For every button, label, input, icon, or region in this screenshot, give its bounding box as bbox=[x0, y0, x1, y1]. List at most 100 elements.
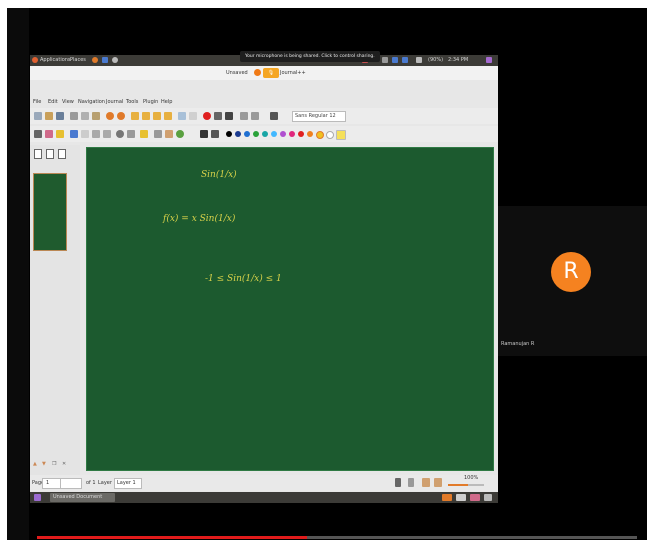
color-orange-icon[interactable] bbox=[307, 131, 313, 137]
microphone-sharing-icon[interactable]: 🎙 bbox=[263, 68, 279, 78]
page-copy-icon[interactable]: ❐ bbox=[52, 461, 56, 467]
hand-tool-icon[interactable] bbox=[165, 130, 173, 138]
show-desktop-icon[interactable] bbox=[34, 494, 41, 501]
equation-bound: -1 ≤ Sin(1/x) ≤ 1 bbox=[205, 274, 282, 284]
workspace-1-icon[interactable] bbox=[442, 494, 452, 501]
menu-view[interactable]: View bbox=[62, 97, 74, 107]
trash-icon[interactable] bbox=[484, 494, 492, 501]
highlighter-tool-icon[interactable] bbox=[56, 130, 64, 138]
undo-icon[interactable] bbox=[106, 112, 114, 120]
default-tool-icon[interactable] bbox=[176, 130, 184, 138]
video-progress-bar[interactable] bbox=[37, 536, 637, 539]
presentation-icon[interactable] bbox=[422, 478, 430, 487]
redo-icon[interactable] bbox=[117, 112, 125, 120]
volume-icon[interactable] bbox=[382, 57, 388, 63]
color-purple-icon[interactable] bbox=[280, 131, 286, 137]
color-magenta-icon[interactable] bbox=[289, 131, 295, 137]
shape-recognizer-icon[interactable] bbox=[127, 130, 135, 138]
text-tool-icon[interactable] bbox=[81, 130, 89, 138]
thick-line-icon[interactable] bbox=[211, 130, 219, 138]
first-page-icon[interactable] bbox=[131, 112, 139, 120]
pen-icon[interactable] bbox=[270, 112, 278, 120]
menu-navigation[interactable]: Navigation bbox=[78, 97, 105, 107]
delete-page-icon[interactable] bbox=[189, 112, 197, 120]
ruler-tool-icon[interactable] bbox=[116, 130, 124, 138]
menu-plugin[interactable]: Plugin bbox=[143, 97, 158, 107]
tools-toolbar bbox=[30, 126, 498, 142]
page-number-field[interactable]: 1 bbox=[42, 478, 62, 489]
zoom-slider[interactable] bbox=[448, 484, 484, 486]
image-tool-icon[interactable] bbox=[92, 130, 100, 138]
color-red-icon[interactable] bbox=[298, 131, 304, 137]
menu-edit[interactable]: Edit bbox=[48, 97, 58, 107]
menu-help[interactable]: Help bbox=[161, 97, 172, 107]
firefox-icon[interactable] bbox=[92, 57, 98, 63]
clock[interactable]: 2:34 PM bbox=[448, 55, 468, 66]
participant-tile[interactable]: R Ramanujan R bbox=[498, 206, 647, 356]
paired-pages-icon[interactable] bbox=[408, 478, 414, 487]
green-board-canvas[interactable]: Sin(1/x) f(x) = x Sin(1/x) -1 ≤ Sin(1/x)… bbox=[86, 147, 494, 471]
page-up-icon[interactable]: ▲ bbox=[33, 461, 37, 467]
color-green-icon[interactable] bbox=[253, 131, 259, 137]
fit-page-icon[interactable] bbox=[434, 478, 442, 487]
select-tool-icon[interactable] bbox=[103, 130, 111, 138]
rect-select-icon[interactable] bbox=[140, 130, 148, 138]
bluetooth-icon[interactable] bbox=[402, 57, 408, 63]
page-preview-icon[interactable] bbox=[34, 149, 42, 159]
page-stepper[interactable] bbox=[60, 478, 82, 489]
shape-tool-icon[interactable] bbox=[70, 130, 78, 138]
session-icon[interactable] bbox=[486, 57, 492, 63]
new-icon[interactable] bbox=[34, 112, 42, 120]
color-navy-icon[interactable] bbox=[235, 131, 241, 137]
files-icon[interactable] bbox=[102, 57, 108, 63]
save-icon[interactable] bbox=[56, 112, 64, 120]
places-menu[interactable]: Places bbox=[70, 55, 86, 66]
settings-icon[interactable] bbox=[112, 57, 118, 63]
workspace-3-icon[interactable] bbox=[470, 494, 480, 501]
page-thumbnail[interactable] bbox=[33, 173, 67, 251]
paste-icon[interactable] bbox=[92, 112, 100, 120]
fullscreen-icon[interactable] bbox=[240, 112, 248, 120]
color-blue-icon[interactable] bbox=[244, 131, 250, 137]
applications-menu[interactable]: Applications bbox=[40, 55, 71, 66]
pen-tool-icon[interactable] bbox=[34, 130, 42, 138]
menu-journal[interactable]: Journal bbox=[106, 97, 123, 107]
page-sidebar: ▲ ▼ ❐ ✕ bbox=[30, 145, 80, 475]
recording-indicator-icon[interactable] bbox=[254, 69, 261, 76]
record-icon[interactable] bbox=[203, 112, 211, 120]
page-delete-icon[interactable]: ✕ bbox=[62, 461, 66, 467]
copy-icon[interactable] bbox=[81, 112, 89, 120]
stop-icon[interactable] bbox=[225, 112, 233, 120]
color-lightblue-icon[interactable] bbox=[271, 131, 277, 137]
font-selector[interactable]: Sans Regular 12 bbox=[292, 111, 346, 122]
main-toolbar: Sans Regular 12 bbox=[30, 108, 498, 124]
layer-selector[interactable]: Layer 1 bbox=[114, 478, 142, 489]
cut-icon[interactable] bbox=[70, 112, 78, 120]
add-page-icon[interactable] bbox=[178, 112, 186, 120]
taskbar-window-button[interactable]: Unsaved Document bbox=[50, 493, 115, 502]
color-black-icon[interactable] bbox=[226, 131, 232, 137]
mobile-icon[interactable] bbox=[395, 478, 401, 487]
open-icon[interactable] bbox=[45, 112, 53, 120]
next-page-icon[interactable] bbox=[153, 112, 161, 120]
prev-page-icon[interactable] bbox=[142, 112, 150, 120]
keyboard-icon bbox=[392, 57, 398, 63]
workspace-2-icon[interactable] bbox=[456, 494, 466, 501]
page-down-icon[interactable]: ▼ bbox=[42, 461, 46, 467]
menu-file[interactable]: File bbox=[33, 97, 41, 107]
last-page-icon[interactable] bbox=[164, 112, 172, 120]
zoom-icon[interactable] bbox=[251, 112, 259, 120]
tree-view-icon[interactable] bbox=[58, 149, 66, 159]
color-teal-icon[interactable] bbox=[262, 131, 268, 137]
eraser-tool-icon[interactable] bbox=[45, 130, 53, 138]
ubuntu-logo-icon[interactable] bbox=[32, 57, 38, 63]
vertical-space-icon[interactable] bbox=[154, 130, 162, 138]
color-yellow-icon[interactable] bbox=[316, 131, 324, 139]
pause-icon[interactable] bbox=[214, 112, 222, 120]
window-title: Unsaved bbox=[226, 70, 248, 76]
custom-color-icon[interactable] bbox=[336, 130, 346, 140]
color-white-icon[interactable] bbox=[326, 131, 334, 139]
layer-preview-icon[interactable] bbox=[46, 149, 54, 159]
menu-tools[interactable]: Tools bbox=[126, 97, 138, 107]
fine-line-icon[interactable] bbox=[200, 130, 208, 138]
